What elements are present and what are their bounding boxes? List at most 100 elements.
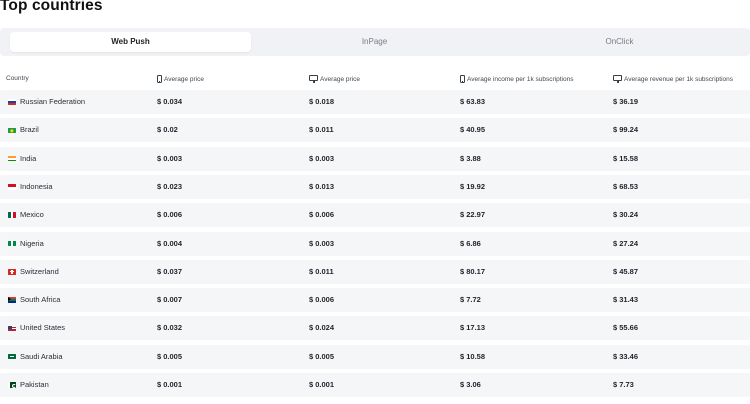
desktop-average-price: $ 0.011	[309, 266, 334, 276]
desktop-icon	[613, 75, 622, 83]
table-row: Pakistan $ 0.001 $ 0.001 $ 3.06 $ 7.73	[0, 373, 750, 397]
mobile-average-price: $ 0.004	[157, 238, 183, 248]
mobile-income-per-1k: $ 80.17	[460, 266, 486, 276]
desktop-icon	[309, 75, 318, 83]
desktop-average-price: $ 0.005	[309, 351, 335, 361]
za-flag-icon	[8, 297, 16, 303]
mobile-icon	[157, 75, 162, 83]
country-name: Saudi Arabia	[20, 351, 63, 361]
country-name: India	[20, 153, 37, 163]
table-row: Indonesia $ 0.023 $ 0.013 $ 19.92 $ 68.53	[0, 174, 750, 199]
mobile-income-per-1k: $ 22.97	[460, 210, 486, 220]
mobile-income-per-1k: $ 6.86	[460, 238, 481, 248]
desktop-average-price: $ 0.003	[309, 153, 335, 163]
desktop-revenue-per-1k: $ 99.24	[613, 125, 639, 135]
country-cell: Switzerland	[8, 260, 59, 284]
table-row: Russian Federation $ 0.034 $ 0.018 $ 63.83 $…	[0, 90, 750, 114]
page-title: Top countries	[0, 0, 103, 14]
mobile-icon	[460, 75, 465, 83]
desktop-average-price: $ 0.018	[309, 97, 335, 106]
column-header-desktop-average-price: Average price	[309, 75, 360, 83]
country-cell: Brazil	[8, 118, 39, 142]
tab-onclick[interactable]: OnClick	[499, 32, 740, 52]
mx-flag-icon	[8, 212, 16, 218]
column-header-label: Average income per 1k subscriptions	[467, 75, 574, 83]
desktop-revenue-per-1k: $ 7.73	[613, 380, 634, 389]
mobile-average-price: $ 0.023	[157, 181, 183, 191]
desktop-revenue-per-1k: $ 30.24	[613, 210, 639, 220]
id-flag-icon	[8, 184, 16, 190]
desktop-average-price: $ 0.024	[309, 323, 335, 333]
column-header-desktop-revenue: Average revenue per 1k subscriptions	[613, 75, 733, 83]
mobile-income-per-1k: $ 63.83	[460, 97, 486, 106]
country-cell: Russian Federation	[8, 90, 85, 114]
tab-web-push[interactable]: Web Push	[10, 32, 251, 52]
mobile-average-price: $ 0.005	[157, 351, 183, 361]
br-flag-icon	[8, 127, 16, 134]
mobile-average-price: $ 0.003	[157, 153, 183, 163]
table-row: United States $ 0.032 $ 0.024 $ 17.13 $ 55.6…	[0, 316, 750, 341]
table-header: Country Average price Average price Aver…	[0, 72, 750, 88]
ch-flag-icon	[8, 269, 16, 275]
desktop-average-price: $ 0.003	[309, 238, 335, 248]
mobile-average-price: $ 0.006	[157, 210, 183, 220]
ng-flag-icon	[8, 240, 16, 247]
column-header-mobile-income: Average income per 1k subscriptions	[460, 75, 573, 83]
desktop-average-price: $ 0.006	[309, 210, 335, 220]
desktop-revenue-per-1k: $ 27.24	[613, 238, 639, 248]
country-name: Pakistan	[20, 380, 49, 389]
ru-flag-icon	[8, 99, 16, 105]
mobile-average-price: $ 0.034	[157, 97, 183, 106]
mobile-average-price: $ 0.032	[157, 323, 183, 333]
country-cell: Nigeria	[8, 232, 44, 256]
mobile-average-price: $ 0.001	[157, 380, 183, 389]
country-cell: United States	[8, 316, 65, 340]
desktop-average-price: $ 0.006	[309, 295, 335, 305]
table-row: Nigeria $ 0.004 $ 0.003 $ 6.86 $ 27.24	[0, 231, 750, 256]
desktop-average-price: $ 0.013	[309, 181, 335, 191]
country-cell: Mexico	[8, 203, 44, 227]
table-row: Brazil $ 0.02 $ 0.011 $ 40.95 $ 99.24	[0, 118, 750, 143]
us-flag-icon	[8, 325, 16, 332]
mobile-average-price: $ 0.037	[157, 266, 183, 276]
column-header-mobile-average-price: Average price	[157, 75, 204, 83]
mobile-income-per-1k: $ 10.58	[460, 351, 486, 361]
sa-flag-icon	[8, 353, 16, 360]
mobile-income-per-1k: $ 19.92	[460, 181, 486, 191]
mobile-income-per-1k: $ 3.88	[460, 153, 481, 163]
table-row: Mexico $ 0.006 $ 0.006 $ 22.97 $ 30.24	[0, 203, 750, 228]
country-cell: South Africa	[8, 288, 60, 312]
tab-bar: Web Push InPage OnClick	[0, 28, 750, 56]
desktop-revenue-per-1k: $ 15.58	[613, 153, 639, 163]
desktop-revenue-per-1k: $ 55.66	[613, 323, 639, 333]
mobile-income-per-1k: $ 17.13	[460, 323, 486, 333]
country-cell: Saudi Arabia	[8, 345, 63, 369]
desktop-revenue-per-1k: $ 33.46	[613, 351, 639, 361]
column-header-label: Average price	[164, 75, 204, 83]
country-cell: India	[8, 147, 36, 171]
country-name: Russian Federation	[20, 97, 86, 106]
column-header-label: Average revenue per 1k subscriptions	[624, 75, 733, 83]
desktop-average-price: $ 0.001	[309, 380, 335, 389]
desktop-average-price: $ 0.011	[309, 125, 334, 135]
pk-flag-icon	[8, 382, 16, 388]
desktop-revenue-per-1k: $ 36.19	[613, 97, 639, 106]
country-name: Mexico	[20, 210, 44, 220]
mobile-income-per-1k: $ 3.06	[460, 380, 481, 389]
mobile-average-price: $ 0.007	[157, 295, 183, 305]
column-header-label: Average price	[320, 75, 360, 83]
country-name: Switzerland	[20, 266, 59, 276]
country-cell: Indonesia	[8, 175, 53, 199]
table-row: Saudi Arabia $ 0.005 $ 0.005 $ 10.58 $ 33.46	[0, 344, 750, 369]
tab-inpage[interactable]: InPage	[254, 32, 495, 52]
country-name: Indonesia	[20, 181, 53, 191]
desktop-revenue-per-1k: $ 31.43	[613, 295, 639, 305]
country-cell: Pakistan	[8, 373, 49, 397]
country-name: Brazil	[20, 125, 39, 135]
country-name: United States	[20, 323, 66, 333]
table-row: Switzerland $ 0.037 $ 0.011 $ 80.17 $ 45.87	[0, 259, 750, 284]
column-header-country: Country	[6, 75, 29, 82]
desktop-revenue-per-1k: $ 68.53	[613, 181, 639, 191]
in-flag-icon	[8, 155, 16, 162]
table-row: South Africa $ 0.007 $ 0.006 $ 7.72 $ 31.43	[0, 288, 750, 313]
